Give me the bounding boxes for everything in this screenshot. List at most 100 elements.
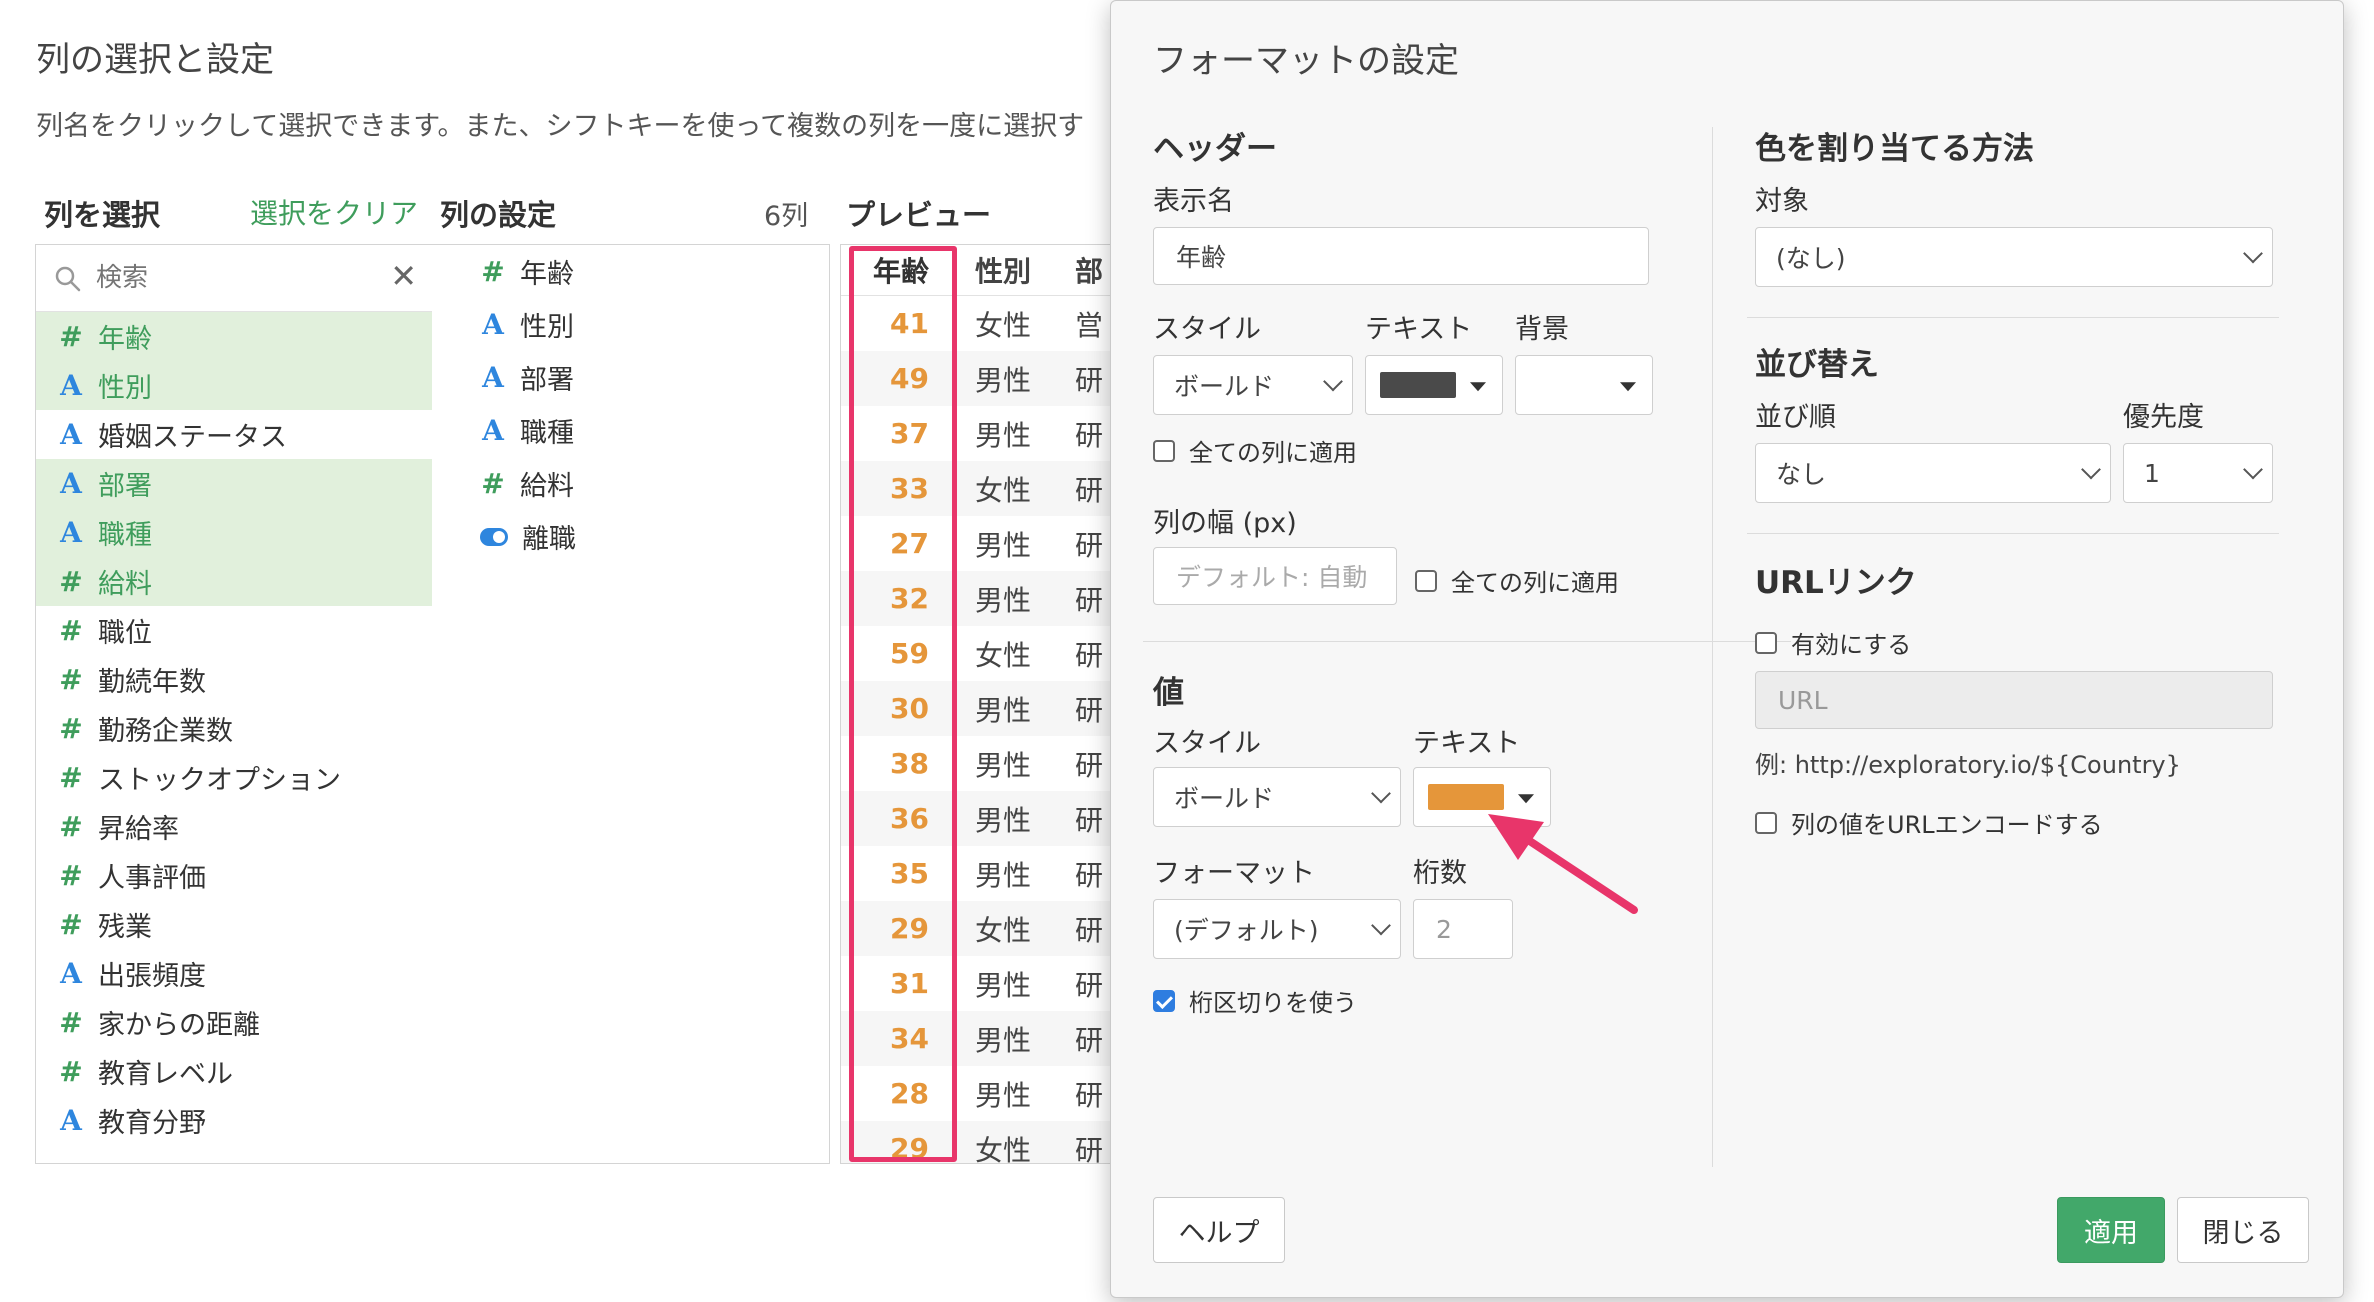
target-select[interactable]: (なし) (1755, 227, 2273, 287)
chevron-down-icon (2243, 459, 2263, 480)
column-list-item[interactable]: # 教育レベル (36, 1047, 433, 1096)
text-type-icon: A (60, 957, 82, 990)
column-list-item[interactable]: A 部署 (36, 459, 433, 508)
section-divider (1747, 533, 2279, 534)
priority-select[interactable]: 1 (2123, 443, 2273, 503)
column-settings-item[interactable]: A 性別 (432, 298, 829, 351)
column-name: 家からの距離 (98, 1010, 260, 1041)
preview-header-gender[interactable]: 性別 (945, 250, 1065, 290)
header-text-color-picker[interactable] (1365, 355, 1503, 415)
column-list-item[interactable]: A 職種 (36, 508, 433, 557)
header-bg-color-picker[interactable] (1515, 355, 1653, 415)
column-name: 人事評価 (98, 863, 206, 894)
column-settings-panel: # 年齢 A 性別 A 部署 A 職種 # 給料 離職 (432, 244, 830, 1164)
chevron-down-icon (2081, 459, 2101, 480)
format-value: (デフォルト) (1174, 916, 1319, 945)
sort-order-label: 並び順 (1755, 402, 1836, 433)
section-divider (1747, 317, 2279, 318)
dept-cell: 営 (1075, 308, 1104, 342)
column-list-item[interactable]: # 給料 (36, 557, 433, 606)
column-list-item[interactable]: A 教育分野 (36, 1096, 433, 1145)
value-style-select[interactable]: ボールド (1153, 767, 1401, 827)
sort-order-select[interactable]: なし (1755, 443, 2111, 503)
column-list-item[interactable]: # 家からの距離 (36, 998, 433, 1047)
header-apply-all-label: 全ての列に適用 (1189, 439, 1357, 467)
thousands-separator-checkbox[interactable]: 桁区切りを使う (1153, 983, 1357, 1018)
dept-cell: 研 (1075, 858, 1104, 892)
search-bar: ✕ (36, 245, 433, 312)
section-divider (1143, 641, 1791, 642)
column-count: 6列 (764, 201, 809, 232)
settings-list: # 年齢 A 性別 A 部署 A 職種 # 給料 離職 (432, 245, 829, 563)
column-list-item[interactable]: # 勤続年数 (36, 655, 433, 704)
column-name: ストックオプション (98, 765, 341, 796)
column-settings-item[interactable]: 離職 (432, 510, 829, 563)
chevron-down-icon (2243, 243, 2263, 264)
column-divider (1712, 127, 1713, 1167)
text-type-icon: A (60, 369, 82, 402)
help-button[interactable]: ヘルプ (1153, 1197, 1285, 1263)
column-name: 性別 (520, 312, 574, 343)
text-type-icon: A (60, 418, 82, 451)
header-style-select[interactable]: ボールド (1153, 355, 1353, 415)
column-name: 離職 (522, 524, 576, 555)
preview-header-dept[interactable]: 部 (1065, 250, 1115, 290)
gender-cell: 男性 (975, 748, 1032, 782)
chevron-down-icon (1323, 371, 1343, 392)
column-list-item[interactable]: A 出張頻度 (36, 949, 433, 998)
search-input[interactable] (94, 259, 398, 297)
format-select[interactable]: (デフォルト) (1153, 899, 1401, 959)
column-list-item[interactable]: A 性別 (36, 361, 433, 410)
column-list-item[interactable]: # ストックオプション (36, 753, 433, 802)
column-list-item[interactable]: # 年齢 (36, 312, 433, 361)
dept-cell: 研 (1075, 583, 1104, 617)
select-columns-header: 列を選択 (44, 198, 161, 232)
apply-button[interactable]: 適用 (2057, 1197, 2165, 1263)
width-apply-all-checkbox[interactable]: 全ての列に適用 (1415, 563, 1619, 598)
dept-cell: 研 (1075, 1023, 1104, 1057)
url-enable-checkbox[interactable]: 有効にする (1755, 625, 1911, 660)
column-settings-item[interactable]: A 職種 (432, 404, 829, 457)
close-button[interactable]: 閉じる (2177, 1197, 2309, 1263)
display-name-input[interactable]: 年齢 (1153, 227, 1649, 285)
column-list-item[interactable]: # 昇給率 (36, 802, 433, 851)
gender-cell: 男性 (975, 858, 1032, 892)
checkbox-icon (1153, 439, 1175, 462)
preview-header: プレビュー (846, 198, 992, 232)
gender-cell: 女性 (975, 1133, 1032, 1164)
annotation-arrow-icon (1488, 814, 1638, 914)
column-list-item[interactable]: # 勤務企業数 (36, 704, 433, 753)
column-name: 年齢 (520, 259, 574, 290)
gender-cell: 女性 (975, 913, 1032, 947)
clear-search-icon[interactable]: ✕ (390, 257, 417, 295)
url-enable-label: 有効にする (1791, 631, 1912, 659)
column-list-item[interactable]: # 人事評価 (36, 851, 433, 900)
column-list-item[interactable]: # 残業 (36, 900, 433, 949)
width-apply-all-label: 全ての列に適用 (1451, 569, 1619, 597)
text-type-icon: A (60, 467, 82, 500)
column-name: 勤続年数 (98, 667, 206, 698)
column-list-item[interactable]: # 職位 (36, 606, 433, 655)
column-name: 婚姻ステータス (98, 422, 287, 453)
dept-cell: 研 (1075, 913, 1104, 947)
text-type-icon: A (482, 308, 504, 341)
numeric-type-icon: # (59, 908, 83, 941)
column-width-input[interactable]: デフォルト: 自動 (1153, 547, 1397, 605)
numeric-type-icon: # (59, 810, 83, 843)
clear-selection-link[interactable]: 選択をクリア (250, 192, 418, 232)
column-settings-item[interactable]: A 部署 (432, 351, 829, 404)
gender-cell: 男性 (975, 528, 1032, 562)
column-settings-header: 列の設定 (440, 198, 557, 232)
url-encode-checkbox[interactable]: 列の値をURLエンコードする (1755, 805, 2103, 840)
column-settings-item[interactable]: # 年齢 (432, 245, 829, 298)
url-example-hint: 例: http://exploratory.io/${Country} (1755, 751, 2181, 779)
column-list: # 年齢 A 性別 A 婚姻ステータス A 部署 A 職種 # 給料 # 職位 # 勤続年数 # 勤務企業数 # スト… (36, 312, 433, 1145)
numeric-type-icon: # (59, 1006, 83, 1039)
value-section-title: 値 (1153, 675, 1184, 711)
column-list-item[interactable]: A 婚姻ステータス (36, 410, 433, 459)
column-settings-item[interactable]: # 給料 (432, 457, 829, 510)
header-apply-all-checkbox[interactable]: 全ての列に適用 (1153, 433, 1357, 468)
url-input[interactable]: URL (1755, 671, 2273, 729)
numeric-type-icon: # (481, 467, 505, 500)
dept-cell: 研 (1075, 968, 1104, 1002)
